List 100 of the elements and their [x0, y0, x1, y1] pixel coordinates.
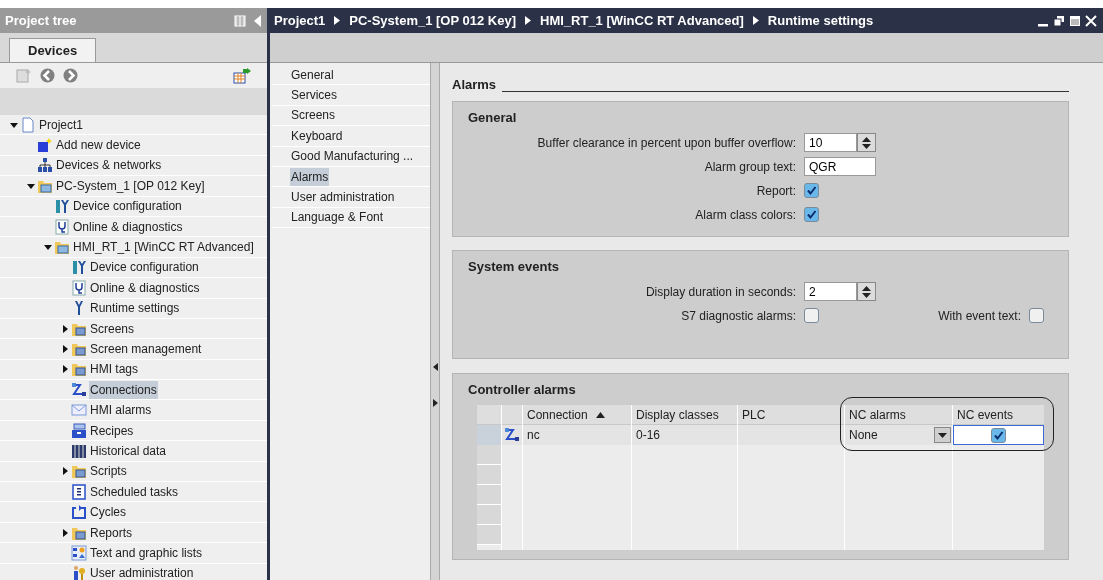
- field-label: Alarm group text:: [704, 158, 796, 176]
- sort-ascending-icon: [595, 411, 605, 418]
- expanded-arrow-icon[interactable]: [10, 120, 18, 129]
- tree-item[interactable]: Screens: [89, 319, 136, 338]
- tree-item[interactable]: Runtime settings: [89, 299, 181, 318]
- breadcrumb-item[interactable]: PC-System_1 [OP 012 Key]: [349, 10, 516, 31]
- folder-icon: [71, 361, 87, 378]
- tree-item[interactable]: Devices & networks: [55, 156, 163, 175]
- tree-item[interactable]: Add new device: [55, 136, 142, 155]
- folder-icon: [54, 239, 70, 256]
- corner-header: [477, 405, 501, 425]
- table-cell-text: nc: [526, 427, 541, 444]
- nav-item[interactable]: Services: [290, 86, 338, 105]
- tree-item[interactable]: HMI_RT_1 [WinCC RT Advanced]: [72, 238, 255, 257]
- tree-item[interactable]: Connections: [89, 380, 158, 399]
- expand-right-icon[interactable]: [432, 399, 438, 407]
- folder-icon: [71, 341, 87, 357]
- maximize-icon[interactable]: [1069, 14, 1081, 27]
- field-label: Alarm class colors:: [695, 206, 796, 224]
- breadcrumb-arrow-icon: [334, 16, 341, 25]
- list-icon: [71, 544, 87, 561]
- tree-item[interactable]: Scheduled tasks: [89, 482, 180, 501]
- field-label: Display duration in seconds:: [645, 283, 796, 301]
- number-field[interactable]: 10: [804, 133, 857, 152]
- nav-item[interactable]: General: [290, 65, 335, 84]
- column-header[interactable]: PLC: [738, 405, 844, 425]
- stethoscope-icon: [71, 279, 87, 296]
- column-header[interactable]: NC alarms: [845, 405, 952, 425]
- wrench-icon: [54, 198, 70, 215]
- number-field[interactable]: 2: [804, 282, 857, 301]
- collapsed-arrow-icon[interactable]: [61, 528, 69, 537]
- nav-item[interactable]: Alarms: [290, 167, 330, 186]
- nav-item[interactable]: User administration: [290, 188, 396, 207]
- checkbox[interactable]: [1029, 308, 1044, 323]
- collapsed-arrow-icon[interactable]: [61, 365, 69, 374]
- section-title: System events: [468, 257, 561, 276]
- tree-item[interactable]: Scripts: [89, 462, 128, 481]
- tree-item[interactable]: Device configuration: [72, 197, 183, 216]
- expanded-arrow-icon[interactable]: [44, 243, 52, 252]
- collapse-left-icon[interactable]: [432, 363, 438, 371]
- tree-item[interactable]: Online & diagnostics: [72, 217, 184, 236]
- field-label: Report:: [756, 182, 796, 200]
- tree-item[interactable]: Text and graphic lists: [89, 543, 204, 562]
- tree-item[interactable]: Screen management: [89, 340, 203, 358]
- collapsed-arrow-icon[interactable]: [61, 324, 69, 333]
- dropdown[interactable]: None: [845, 425, 952, 445]
- tree-item[interactable]: PC-System_1 [OP 012 Key]: [55, 176, 206, 195]
- tree-item[interactable]: Online & diagnostics: [89, 278, 201, 297]
- archive-icon: [71, 442, 87, 459]
- tree-item[interactable]: HMI alarms: [89, 401, 153, 420]
- envelope-icon: [71, 402, 87, 419]
- field-label: With event text:: [938, 307, 1021, 325]
- table-cell-text: 0-16: [635, 427, 662, 444]
- collapsed-arrow-icon[interactable]: [61, 467, 69, 476]
- forward-icon[interactable]: [63, 68, 78, 83]
- tree-item[interactable]: Recipes: [89, 421, 135, 440]
- breadcrumb-item[interactable]: HMI_RT_1 [WinCC RT Advanced]: [540, 10, 744, 31]
- close-icon[interactable]: [1085, 14, 1097, 27]
- nav-item[interactable]: Screens: [290, 106, 337, 125]
- breadcrumb-arrow-icon: [752, 16, 759, 25]
- tree-item[interactable]: Cycles: [89, 503, 127, 522]
- nav-item[interactable]: Language & Font: [290, 208, 385, 227]
- dropdown-arrow-icon: [938, 432, 947, 438]
- recipe-icon: [71, 422, 87, 439]
- tree-item[interactable]: Device configuration: [89, 258, 200, 277]
- spin-buttons[interactable]: [857, 282, 876, 301]
- layout-icon[interactable]: [234, 14, 246, 27]
- table-export-icon[interactable]: [233, 67, 251, 84]
- field-label: S7 diagnostic alarms:: [681, 307, 796, 325]
- tree-item[interactable]: HMI tags: [89, 360, 139, 379]
- restore-icon[interactable]: [1053, 14, 1065, 27]
- tree-item[interactable]: Reports: [89, 523, 134, 542]
- tree-item[interactable]: User administration: [89, 564, 195, 580]
- nav-item[interactable]: Keyboard: [290, 126, 344, 145]
- column-header[interactable]: Connection: [523, 405, 631, 425]
- back-icon[interactable]: [40, 68, 55, 83]
- tree-item[interactable]: Project1: [38, 115, 85, 134]
- section-title: Controller alarms: [468, 380, 577, 399]
- checkbox[interactable]: [804, 308, 819, 323]
- nav-item[interactable]: Good Manufacturing ...: [290, 147, 415, 166]
- expanded-arrow-icon[interactable]: [27, 181, 35, 190]
- column-header[interactable]: NC events: [953, 405, 1044, 425]
- checkbox[interactable]: [991, 427, 1006, 443]
- page-title: Alarms: [452, 76, 497, 94]
- collapse-arrow-icon[interactable]: [254, 14, 262, 27]
- breadcrumb-item[interactable]: Runtime settings: [767, 10, 874, 31]
- panel-title: Project tree: [5, 11, 78, 30]
- new-device-icon: [37, 137, 53, 154]
- users-icon: [71, 565, 87, 580]
- spin-buttons[interactable]: [857, 133, 876, 152]
- checkbox[interactable]: [804, 183, 819, 198]
- tab[interactable]: Devices: [9, 38, 97, 62]
- section-title: General: [468, 108, 518, 127]
- text-field[interactable]: QGR: [804, 157, 876, 176]
- column-header[interactable]: Display classes: [632, 405, 737, 425]
- tree-item[interactable]: Historical data: [89, 441, 168, 460]
- breadcrumb-item[interactable]: Project1: [274, 10, 326, 31]
- checkbox[interactable]: [804, 207, 819, 222]
- cycle-icon: [71, 504, 87, 521]
- collapsed-arrow-icon[interactable]: [61, 345, 69, 353]
